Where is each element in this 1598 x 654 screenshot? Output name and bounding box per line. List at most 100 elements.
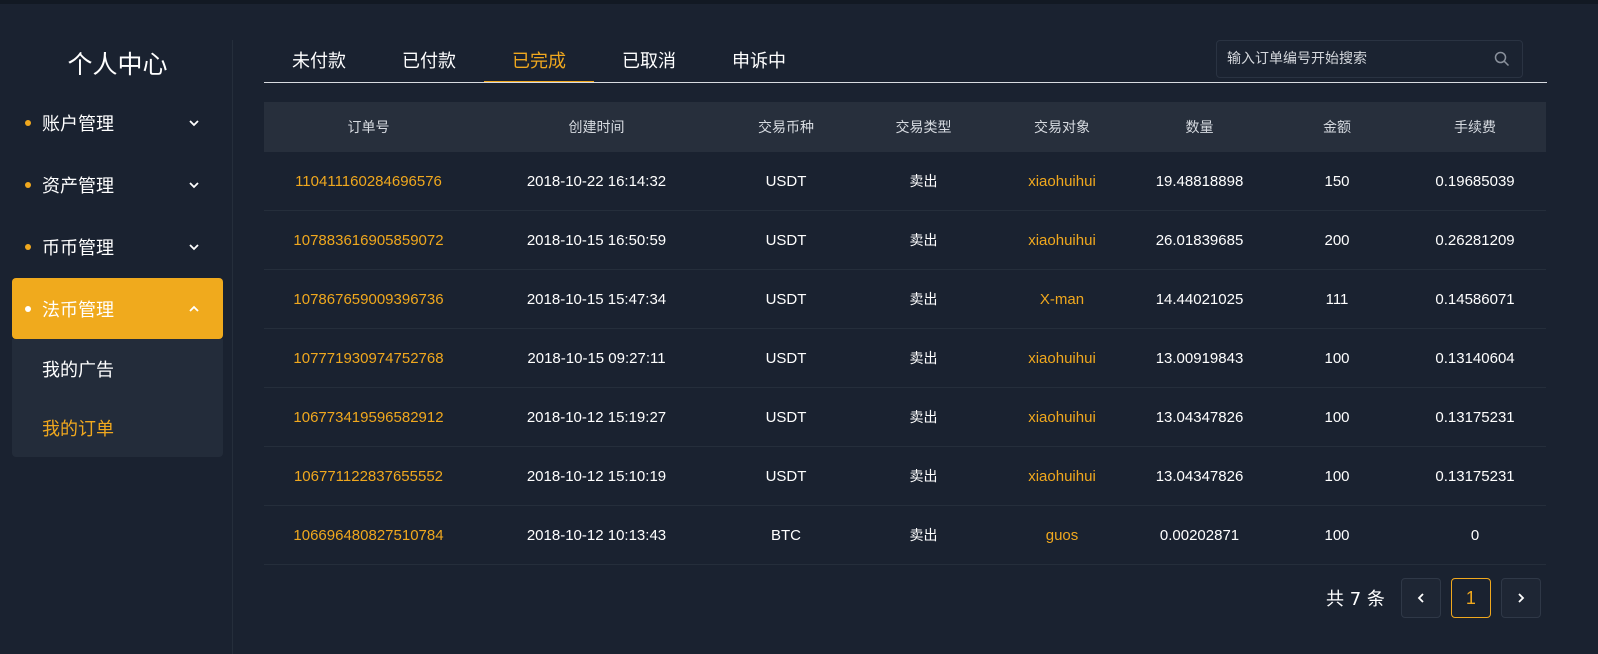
fee: 0.13175231 <box>1435 467 1515 485</box>
sidebar-menu: 账户管理 资产管理 币币管理 法币管理 我的广告 我的订单 <box>12 92 223 457</box>
order-search <box>1216 40 1523 78</box>
trade-type: 卖出 <box>909 292 938 308</box>
trade-type: 卖出 <box>909 351 938 367</box>
header-quantity: 数量 <box>1185 120 1214 136</box>
fee: 0.13140604 <box>1435 349 1515 367</box>
bullet-dot-icon <box>25 120 31 126</box>
header-amount: 金额 <box>1323 120 1351 136</box>
fee: 0.13175231 <box>1435 408 1515 426</box>
quantity: 0.00202871 <box>1159 526 1240 544</box>
currency: BTC <box>771 526 801 544</box>
trade-type: 卖出 <box>909 528 938 544</box>
order-id-link[interactable]: 107867659009396736 <box>264 291 473 308</box>
amount: 200 <box>1324 231 1350 249</box>
fee: 0.26281209 <box>1435 231 1515 249</box>
sidebar-item-account[interactable]: 账户管理 <box>12 92 223 154</box>
sidebar-item-fiat[interactable]: 法币管理 <box>12 278 223 339</box>
search-icon[interactable] <box>1482 41 1522 77</box>
created-time: 2018-10-12 15:10:19 <box>526 467 667 485</box>
table-row: 106696480827510784 2018-10-12 10:13:43 B… <box>264 506 1546 565</box>
bullet-dot-icon <box>25 305 31 312</box>
bullet-dot-icon <box>25 182 31 188</box>
header-counterparty: 交易对象 <box>1034 120 1090 136</box>
sidebar-divider <box>232 40 233 654</box>
order-id-link[interactable]: 107771930974752768 <box>264 350 473 367</box>
quantity: 13.00919843 <box>1155 349 1244 367</box>
table-header: 订单号 创建时间 交易币种 交易类型 交易对象 数量 金额 手续费 <box>264 102 1546 152</box>
header-trade-type: 交易类型 <box>895 120 952 136</box>
amount: 100 <box>1324 408 1350 426</box>
submenu-item-my-orders[interactable]: 我的订单 <box>12 398 223 457</box>
tab-appealing[interactable]: 申诉中 <box>704 40 814 83</box>
tab-paid[interactable]: 已付款 <box>374 40 484 83</box>
counterparty-link[interactable]: xiaohuihui <box>995 468 1129 485</box>
order-id-link[interactable]: 106773419596582912 <box>264 409 473 426</box>
chevron-left-icon <box>1417 593 1424 603</box>
created-time: 2018-10-12 15:19:27 <box>526 408 667 426</box>
counterparty-link[interactable]: xiaohuihui <box>995 350 1129 367</box>
order-id-link[interactable]: 107883616905859072 <box>264 232 473 249</box>
counterparty-link[interactable]: xiaohuihui <box>995 409 1129 426</box>
bullet-dot-icon <box>25 244 31 250</box>
pagination: 共 7 条 1 <box>1326 578 1541 618</box>
fee: 0.14586071 <box>1435 290 1515 308</box>
created-time: 2018-10-12 10:13:43 <box>526 526 667 544</box>
fee: 0.19685039 <box>1435 172 1515 190</box>
order-id-link[interactable]: 106771122837655552 <box>264 468 473 485</box>
quantity: 13.04347826 <box>1155 467 1244 485</box>
table-row: 106773419596582912 2018-10-12 15:19:27 U… <box>264 388 1546 447</box>
sidebar-item-assets[interactable]: 资产管理 <box>12 154 223 216</box>
created-time: 2018-10-15 09:27:11 <box>527 349 666 367</box>
counterparty-link[interactable]: guos <box>995 527 1129 544</box>
search-input[interactable] <box>1217 41 1482 77</box>
tabs-divider <box>264 82 1547 83</box>
sidebar-item-label: 资产管理 <box>42 176 114 197</box>
currency: USDT <box>765 231 807 249</box>
currency: USDT <box>765 349 807 367</box>
order-id-link[interactable]: 106696480827510784 <box>264 527 473 544</box>
trade-type: 卖出 <box>909 410 938 426</box>
amount: 100 <box>1324 467 1350 485</box>
sidebar: 个人中心 账户管理 资产管理 币币管理 法币管理 我的广告 我的订单 <box>12 40 223 457</box>
sidebar-item-coin[interactable]: 币币管理 <box>12 216 223 278</box>
currency: USDT <box>765 290 807 308</box>
orders-table: 订单号 创建时间 交易币种 交易类型 交易对象 数量 金额 手续费 110411… <box>264 102 1546 565</box>
created-time: 2018-10-22 16:14:32 <box>526 172 667 190</box>
sidebar-item-label: 法币管理 <box>42 299 114 321</box>
chevron-down-icon <box>189 182 199 189</box>
table-row: 107867659009396736 2018-10-15 15:47:34 U… <box>264 270 1546 329</box>
currency: USDT <box>765 172 807 190</box>
counterparty-link[interactable]: xiaohuihui <box>995 173 1129 190</box>
trade-type: 卖出 <box>909 469 938 485</box>
quantity: 13.04347826 <box>1155 408 1244 426</box>
tab-completed[interactable]: 已完成 <box>484 40 594 83</box>
quantity: 26.01839685 <box>1155 231 1244 249</box>
page-button-current[interactable]: 1 <box>1450 578 1491 618</box>
order-id-link[interactable]: 110411160284696576 <box>264 173 473 190</box>
sidebar-title: 个人中心 <box>67 50 168 79</box>
quantity: 14.44021025 <box>1155 290 1244 308</box>
sidebar-item-label: 账户管理 <box>42 114 114 135</box>
total-count: 共 7 条 <box>1326 589 1385 610</box>
chevron-down-icon <box>189 120 199 127</box>
counterparty-link[interactable]: xiaohuihui <box>995 232 1129 249</box>
created-time: 2018-10-15 16:50:59 <box>526 231 667 249</box>
header-created-time: 创建时间 <box>568 120 625 136</box>
currency: USDT <box>765 408 807 426</box>
counterparty-link[interactable]: X-man <box>995 291 1129 308</box>
amount: 150 <box>1324 172 1350 190</box>
amount: 100 <box>1324 349 1350 367</box>
chevron-right-icon <box>1518 593 1525 603</box>
next-page-button[interactable] <box>1500 578 1541 618</box>
tab-cancelled[interactable]: 已取消 <box>594 40 704 83</box>
trade-type: 卖出 <box>909 174 938 190</box>
header-currency: 交易币种 <box>758 120 814 136</box>
top-bar <box>0 0 1598 4</box>
trade-type: 卖出 <box>909 233 938 249</box>
tab-unpaid[interactable]: 未付款 <box>264 40 374 83</box>
quantity: 19.48818898 <box>1155 172 1244 190</box>
sidebar-item-label: 币币管理 <box>42 238 114 259</box>
submenu-item-my-ads[interactable]: 我的广告 <box>12 339 223 398</box>
table-row: 110411160284696576 2018-10-22 16:14:32 U… <box>264 152 1546 211</box>
prev-page-button[interactable] <box>1400 578 1441 618</box>
